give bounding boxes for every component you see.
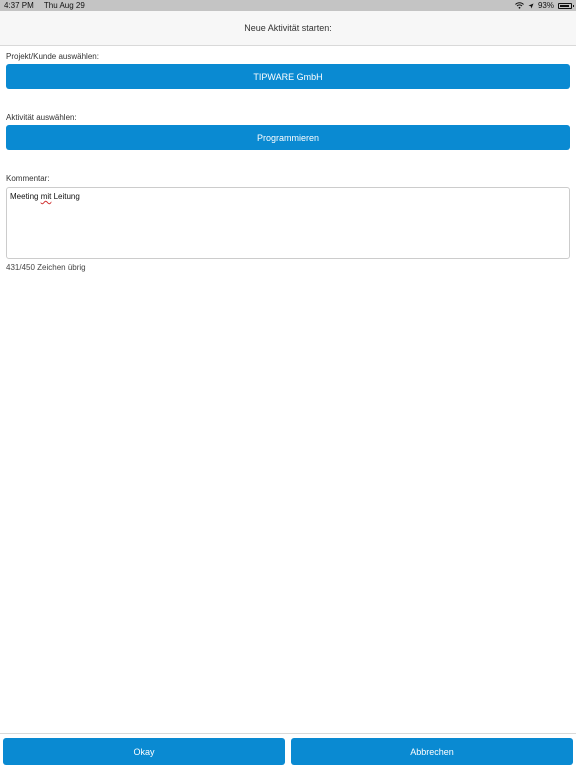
project-select-button[interactable]: TIPWARE GmbH	[6, 64, 570, 89]
comment-text-after: Leitung	[51, 192, 80, 201]
status-left: 4:37 PM Thu Aug 29	[4, 0, 93, 11]
project-label: Projekt/Kunde auswählen:	[6, 52, 99, 61]
status-date: Thu Aug 29	[43, 1, 85, 10]
page-title: Neue Aktivität starten:	[244, 23, 332, 33]
character-counter: 431/450 Zeichen übrig	[6, 263, 86, 272]
comment-textarea[interactable]: Meeting mit Leitung	[6, 187, 570, 259]
status-time: 4:37 PM	[4, 1, 34, 10]
status-bar: 4:37 PM Thu Aug 29 93%	[0, 0, 576, 11]
footer-bar: Okay Abbrechen	[0, 733, 576, 769]
activity-label: Aktivität auswählen:	[6, 113, 77, 122]
page-header: Neue Aktivität starten:	[0, 11, 576, 46]
comment-text-before: Meeting	[10, 192, 41, 201]
activity-select-button[interactable]: Programmieren	[6, 125, 570, 150]
wifi-icon	[515, 2, 524, 9]
cancel-button[interactable]: Abbrechen	[291, 738, 573, 765]
battery-fill	[560, 4, 570, 7]
comment-label: Kommentar:	[6, 174, 50, 183]
comment-misspelled-word: mit	[40, 192, 52, 201]
battery-icon	[558, 2, 574, 9]
battery-percent: 93%	[537, 1, 554, 10]
location-arrow-icon	[528, 3, 534, 8]
okay-button[interactable]: Okay	[3, 738, 285, 765]
status-right: 93%	[515, 0, 574, 11]
